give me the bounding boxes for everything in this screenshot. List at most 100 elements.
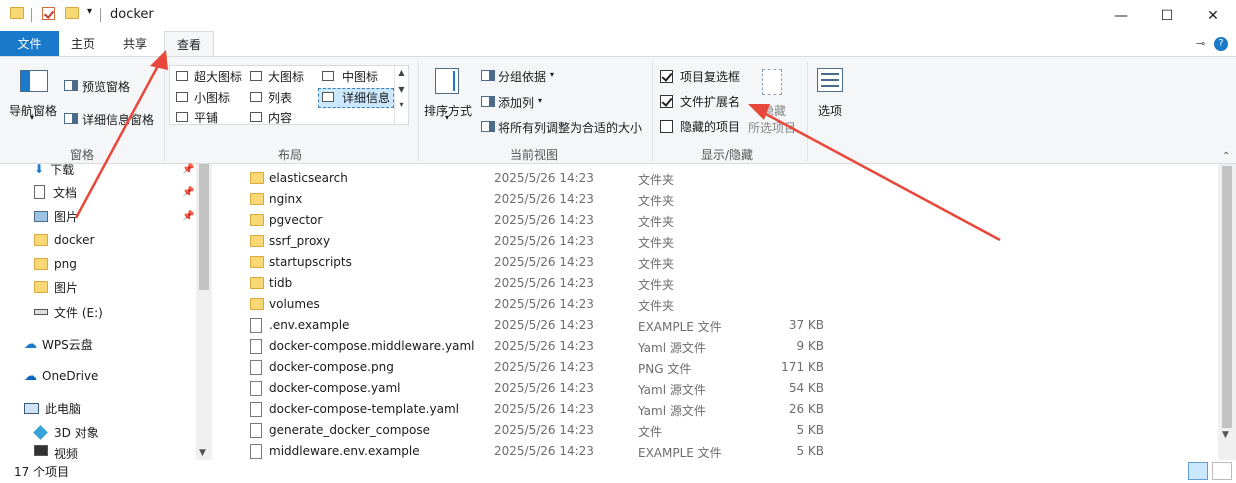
nav-item-pictures[interactable]: 图片 — [34, 205, 78, 227]
new-folder-icon[interactable] — [65, 7, 79, 19]
nav-item-videos[interactable]: 视频 — [34, 445, 78, 459]
item-count: 17 个项目 — [14, 465, 70, 479]
nav-item-png[interactable]: png — [34, 253, 77, 275]
pin-icon[interactable]: 📌 — [182, 187, 194, 198]
nav-item-label: WPS云盘 — [42, 337, 93, 352]
item-checkboxes-label[interactable]: 项目复选框 — [680, 68, 740, 85]
3d-objects-icon — [33, 424, 48, 440]
properties-icon[interactable] — [42, 7, 55, 20]
options-button[interactable]: 选项 — [818, 102, 842, 119]
file-date-modified: 2025/5/26 14:23 — [494, 423, 594, 437]
nav-item-pictures-folder[interactable]: 图片 — [34, 276, 78, 298]
fit-columns-button[interactable]: 将所有列调整为合适的大小 — [498, 119, 642, 136]
scroll-up-icon[interactable]: ▲ — [395, 68, 408, 77]
help-icon[interactable]: ? — [1214, 37, 1228, 51]
scroll-down-icon[interactable]: ▼ — [199, 448, 206, 458]
file-size: 5 KB — [796, 423, 824, 437]
tab-share[interactable]: 共享 — [114, 31, 156, 56]
tab-home[interactable]: 主页 — [62, 31, 104, 56]
chevron-down-icon[interactable]: ▾ — [538, 96, 542, 105]
table-row[interactable]: .env.example 2025/5/26 14:23 EXAMPLE 文件 37 … — [212, 315, 1218, 336]
large-icons-icon — [250, 71, 262, 81]
table-row[interactable]: docker-compose.yaml 2025/5/26 14:23 Yaml 源… — [212, 378, 1218, 399]
tab-file[interactable]: 文件 — [0, 31, 59, 56]
file-extensions-checkbox[interactable] — [660, 95, 673, 108]
file-date-modified: 2025/5/26 14:23 — [494, 297, 594, 311]
nav-scrollbar[interactable]: ▼ — [196, 164, 212, 460]
file-list-scrollbar[interactable]: ▼ — [1218, 164, 1236, 460]
layout-gallery-scroll[interactable]: ▲ ▼ ▾ — [394, 66, 408, 124]
file-extensions-label[interactable]: 文件扩展名 — [680, 93, 740, 110]
minimize-button[interactable]: — — [1098, 0, 1144, 31]
nav-item-drive-e[interactable]: 文件 (E:) — [34, 301, 103, 323]
layout-list[interactable]: 列表 — [268, 89, 292, 106]
preview-pane-button[interactable]: 预览窗格 — [82, 78, 130, 95]
nav-item-documents[interactable]: 文档 — [34, 181, 77, 203]
details-view-button[interactable] — [1188, 462, 1208, 480]
layout-large-icons[interactable]: 大图标 — [268, 68, 304, 85]
table-row[interactable]: startupscripts 2025/5/26 14:23 文件夹 — [212, 252, 1218, 273]
table-row[interactable]: pgvector 2025/5/26 14:23 文件夹 — [212, 210, 1218, 231]
table-row[interactable]: generate_docker_compose 2025/5/26 14:23 文件… — [212, 420, 1218, 441]
hide-selected-button-line2[interactable]: 所选项目 — [748, 119, 796, 136]
close-button[interactable]: ✕ — [1190, 0, 1236, 31]
nav-item-label: 图片 — [54, 280, 79, 295]
expand-gallery-icon[interactable]: ▾ — [395, 100, 408, 109]
customize-toolbar-icon[interactable]: ▾ — [87, 6, 92, 17]
group-label-layout: 布局 — [278, 148, 303, 162]
layout-small-icons[interactable]: 小图标 — [194, 89, 230, 106]
table-row[interactable]: nginx 2025/5/26 14:23 文件夹 — [212, 189, 1218, 210]
maximize-button[interactable]: ☐ — [1144, 0, 1190, 31]
large-icons-view-button[interactable] — [1212, 462, 1232, 480]
file-icon — [250, 423, 262, 438]
file-type: PNG 文件 — [638, 362, 692, 376]
scroll-down-icon[interactable]: ▼ — [395, 85, 408, 94]
table-row[interactable]: elasticsearch 2025/5/26 14:23 文件夹 — [212, 168, 1218, 189]
table-row[interactable]: docker-compose.middleware.yaml 2025/5/26 … — [212, 336, 1218, 357]
layout-medium-icons[interactable]: 中图标 — [342, 68, 378, 85]
add-column-button[interactable]: 添加列 — [498, 94, 534, 111]
group-by-button[interactable]: 分组依据 — [498, 68, 546, 85]
file-name: docker-compose.yaml — [269, 381, 401, 395]
nav-item-docker[interactable]: docker — [34, 229, 94, 251]
table-row[interactable]: middleware.env.example 2025/5/26 14:23 EXA… — [212, 441, 1218, 462]
file-list-scroll-thumb[interactable] — [1222, 166, 1232, 428]
navigation-pane-icon[interactable] — [20, 70, 48, 92]
file-type: 文件夹 — [638, 257, 675, 271]
hidden-items-label[interactable]: 隐藏的项目 — [680, 118, 740, 135]
pin-icon[interactable]: 📌 — [182, 164, 194, 175]
hide-selected-button[interactable]: 隐藏 — [762, 102, 786, 119]
scroll-down-icon[interactable]: ▼ — [1222, 430, 1229, 440]
nav-item-3d-objects[interactable]: 3D 对象 — [33, 421, 99, 443]
nav-scroll-thumb[interactable] — [199, 164, 209, 290]
pin-ribbon-icon[interactable]: ⊸ — [1196, 37, 1205, 50]
nav-item-downloads[interactable]: ⬇ 下载 — [34, 158, 74, 180]
table-row[interactable]: tidb 2025/5/26 14:23 文件夹 — [212, 273, 1218, 294]
pin-icon[interactable]: 📌 — [182, 211, 194, 222]
table-row[interactable]: docker-compose.png 2025/5/26 14:23 PNG 文件 1… — [212, 357, 1218, 378]
layout-tiles[interactable]: 平铺 — [194, 109, 218, 126]
tab-view[interactable]: 查看 — [164, 31, 214, 56]
nav-item-onedrive[interactable]: ☁ OneDrive — [24, 365, 98, 387]
folder-icon — [250, 298, 264, 310]
layout-content[interactable]: 内容 — [268, 109, 292, 126]
file-date-modified: 2025/5/26 14:23 — [494, 213, 594, 227]
nav-item-this-pc[interactable]: 此电脑 — [24, 397, 81, 419]
options-icon — [817, 68, 843, 92]
chevron-down-icon[interactable]: ▾ — [550, 70, 554, 79]
add-column-icon — [481, 96, 495, 107]
table-row[interactable]: ssrf_proxy 2025/5/26 14:23 文件夹 — [212, 231, 1218, 252]
item-checkboxes-checkbox[interactable] — [660, 70, 673, 83]
hidden-items-checkbox[interactable] — [660, 120, 673, 133]
table-row[interactable]: volumes 2025/5/26 14:23 文件夹 — [212, 294, 1218, 315]
layout-details[interactable]: 详细信息 — [342, 89, 390, 106]
table-row[interactable]: docker-compose-template.yaml 2025/5/26 14… — [212, 399, 1218, 420]
collapse-ribbon-icon[interactable]: ⌃ — [1222, 151, 1230, 162]
layout-extra-large-icons[interactable]: 超大图标 — [194, 68, 242, 85]
chevron-down-icon[interactable]: ▾ — [445, 113, 449, 122]
chevron-down-icon[interactable]: ▾ — [30, 113, 34, 122]
details-pane-button[interactable]: 详细信息窗格 — [82, 111, 154, 128]
nav-item-wps-cloud[interactable]: ☁ WPS云盘 — [24, 333, 93, 355]
nav-item-label: 文件 (E:) — [54, 305, 103, 320]
file-type: EXAMPLE 文件 — [638, 320, 722, 334]
